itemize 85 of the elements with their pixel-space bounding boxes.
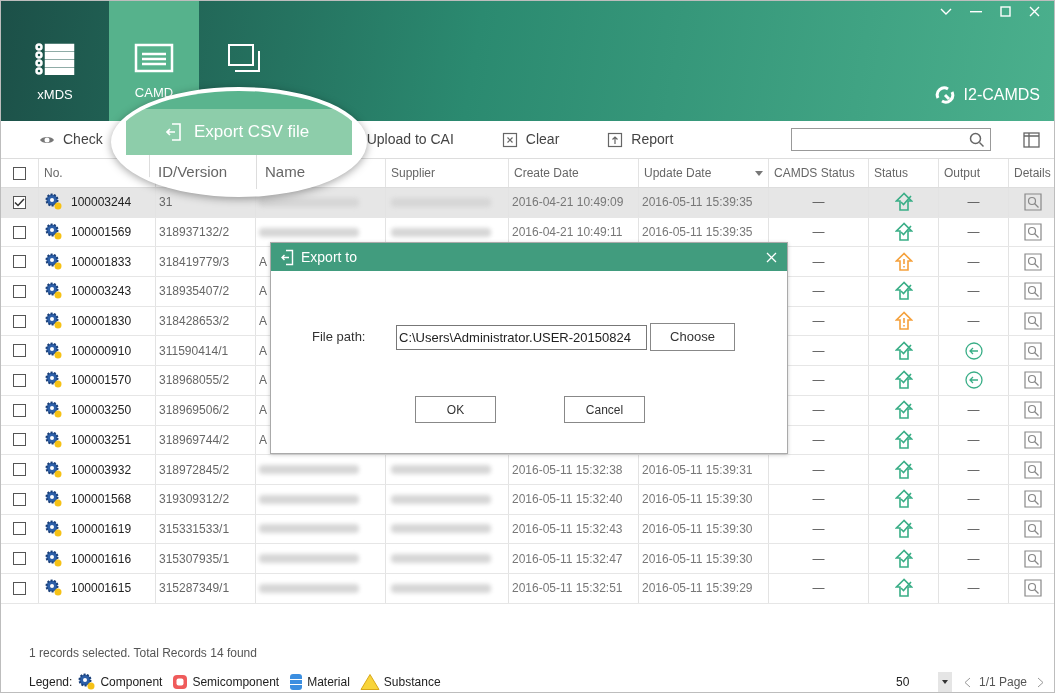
table-cell-text: —	[812, 313, 825, 331]
table-cell-text: —	[812, 342, 825, 360]
legend-item: Component	[100, 674, 163, 691]
table-cell-text: 318972845/2	[159, 461, 230, 479]
table-cell-text: —	[967, 283, 980, 301]
table-cell-text: —	[812, 580, 825, 598]
table-cell-text: 2016-05-11 15:39:31	[642, 461, 753, 479]
table-cell-text: 315307935/1	[159, 550, 230, 568]
table-cell-text: 318968055/2	[159, 372, 230, 390]
table-cell-text: 319309312/2	[159, 491, 230, 509]
table-cell-text: A	[259, 402, 267, 420]
table-cell-text: 318428653/2	[159, 313, 230, 331]
table-cell-text: 2016-05-11 15:32:38	[512, 461, 623, 479]
table-cell-text: A	[259, 313, 267, 331]
table-cell-text: 100003244	[71, 194, 132, 212]
table-cell-text: 100001619	[71, 520, 132, 538]
table-cell-text: 100003932	[71, 461, 132, 479]
table-cell-text: —	[812, 224, 825, 242]
table-cell-text: 2016-05-11 15:39:30	[642, 520, 753, 538]
table-cell-text: 318419779/3	[159, 253, 230, 271]
table-cell-text: 100001569	[71, 224, 132, 242]
table-cell-text: —	[812, 461, 825, 479]
table-cell-text: A	[259, 253, 267, 271]
table-cell-text: —	[967, 224, 980, 242]
table-cell-text: —	[967, 253, 980, 271]
table-cell-text: 100000910	[71, 342, 132, 360]
table-cell-text: 100001616	[71, 550, 132, 568]
table-cell-text: 315287349/1	[159, 580, 230, 598]
table-cell-text: 318969744/2	[159, 431, 230, 449]
table-cell-text: —	[967, 491, 980, 509]
table-cell-text: 100001833	[71, 253, 132, 271]
field-label: File path:	[312, 328, 367, 347]
table-cell-text: —	[812, 372, 825, 390]
table-cell-text: 2016-05-11 15:39:35	[642, 224, 753, 242]
table-cell-text: 2016-04-21 10:49:09	[512, 194, 624, 212]
table-cell-text: —	[812, 283, 825, 301]
table-cell-text: —	[967, 194, 980, 212]
table-cell-text: 311590414/1	[159, 342, 229, 360]
table-cell-text: A	[259, 283, 267, 301]
table-cell-text: —	[967, 550, 980, 568]
table-cell-text: —	[812, 253, 825, 271]
table-cell-text: 100003243	[71, 283, 132, 301]
table-cell-text: 100003251	[71, 431, 132, 449]
table-cell-text: 100001615	[71, 580, 132, 598]
page-indicator: 1/1 Page	[978, 674, 1027, 691]
table-cell-text: —	[967, 431, 980, 449]
table-cell-text: 2016-05-11 15:39:35	[642, 194, 753, 212]
table-cell-text: 100003250	[71, 402, 132, 420]
table-cell-text: A	[259, 342, 267, 360]
table-cell-text: —	[812, 402, 825, 420]
table-cell-text: 2016-05-11 15:39:29	[642, 580, 753, 598]
legend-item: Material	[307, 674, 350, 691]
records-summary: 1 records selected. Total Records 14 found	[29, 645, 258, 662]
table-cell-text: —	[812, 491, 825, 509]
table-cell-text: 2016-05-11 15:39:30	[642, 491, 753, 509]
table-cell-text: —	[967, 313, 980, 331]
table-cell-text: 100001830	[71, 313, 132, 331]
table-cell-text: —	[967, 580, 980, 598]
table-cell-text: 2016-05-11 15:32:47	[512, 550, 623, 568]
table-cell-text: 318937132/2	[159, 224, 230, 242]
legend-item: Substance	[383, 674, 441, 691]
legend-label: Legend:	[29, 674, 73, 691]
table-cell-text: 318935407/2	[159, 283, 230, 301]
table-cell-text: 2016-05-11 15:32:51	[512, 580, 623, 598]
table-cell-text: —	[812, 194, 825, 212]
table-cell-text: 100001570	[71, 372, 132, 390]
app-name: I2-CAMDS	[963, 85, 1040, 105]
table-cell-text: A	[259, 372, 267, 390]
table-cell-text: —	[812, 550, 825, 568]
legend-item: Semicomponent	[192, 674, 280, 691]
table-cell-text: 2016-05-11 15:39:30	[642, 550, 753, 568]
table-cell-text: —	[967, 520, 980, 538]
table-cell-text: 318969506/2	[159, 402, 230, 420]
table-cell-text: 315331533/1	[159, 520, 230, 538]
table-cell-text: 2016-05-11 15:32:40	[512, 491, 623, 509]
table-cell-text: 2016-04-21 10:49:11	[512, 224, 623, 242]
table-cell-text: —	[967, 461, 980, 479]
table-cell-text: A	[259, 431, 267, 449]
dialog-title: Export to	[301, 247, 358, 267]
table-cell-text: 100001568	[71, 491, 132, 509]
table-cell-text: 2016-05-11 15:32:43	[512, 520, 623, 538]
table-cell-text: —	[812, 431, 825, 449]
table-cell-text: 31	[159, 194, 173, 212]
table-cell-text: —	[967, 402, 980, 420]
table-cell-text: —	[812, 520, 825, 538]
